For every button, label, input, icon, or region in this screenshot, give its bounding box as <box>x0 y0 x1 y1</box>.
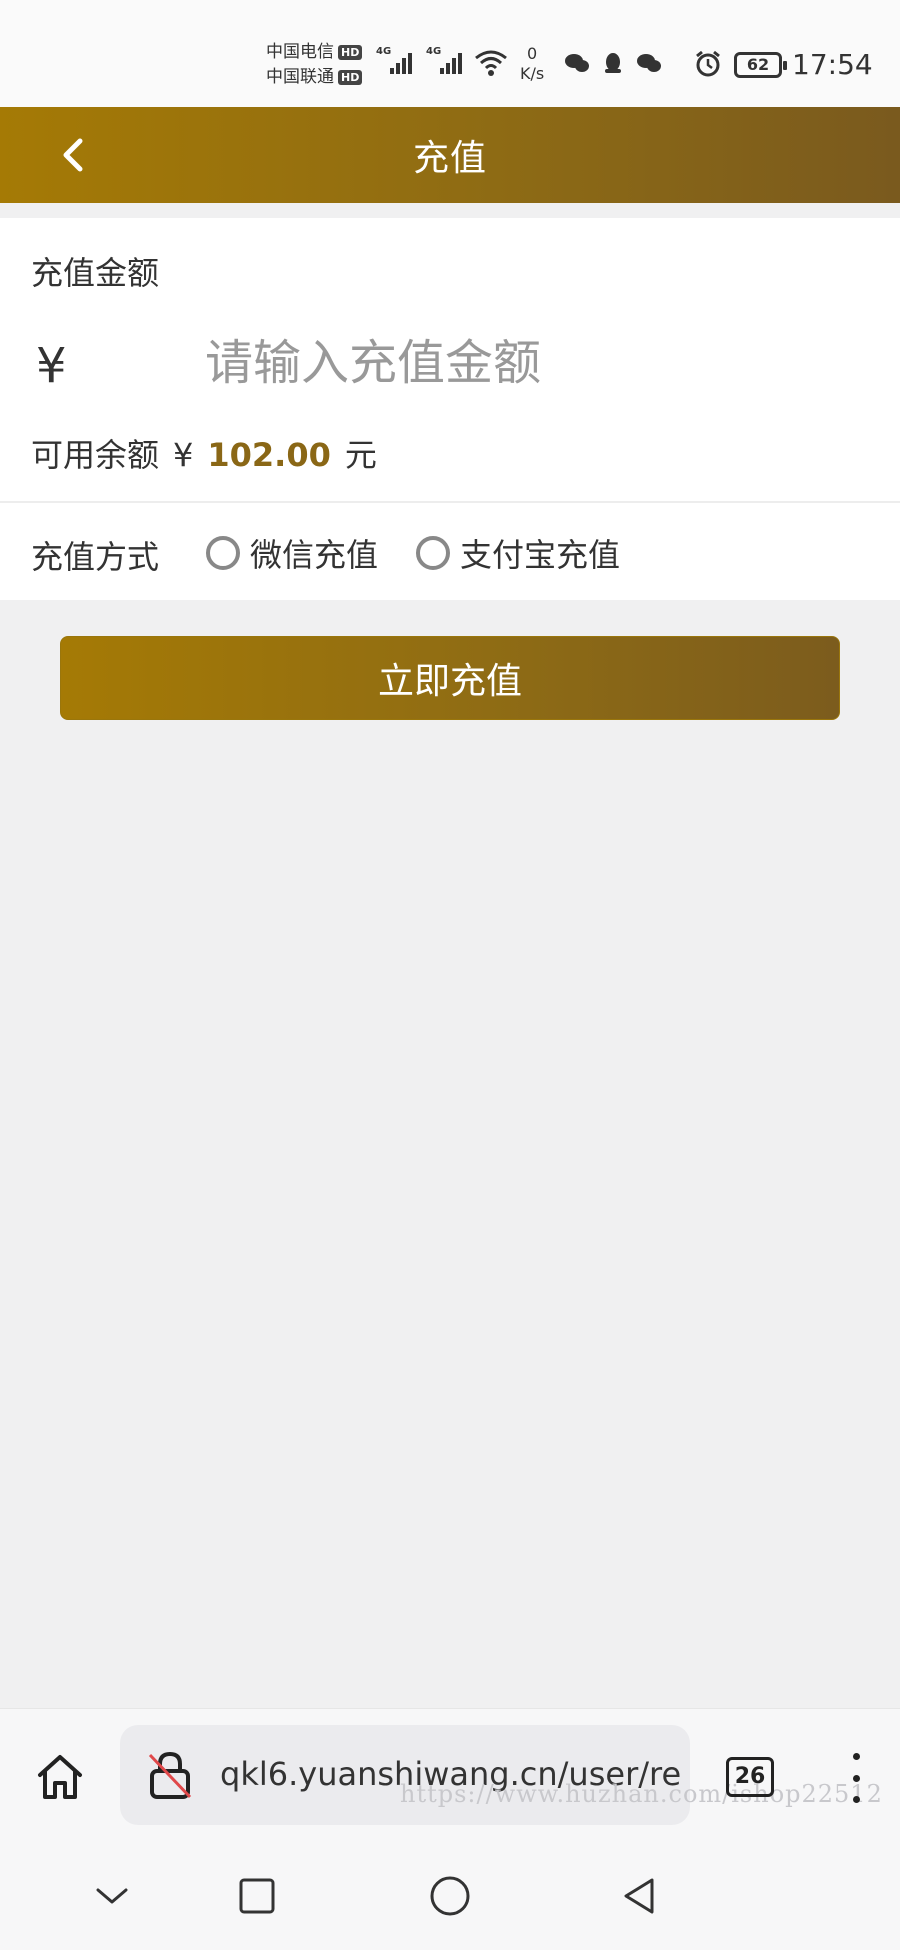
carrier-info: 中国电信 HD 中国联通 HD <box>266 40 363 90</box>
alarm-icon <box>696 50 720 77</box>
nav-down-icon[interactable] <box>90 1874 134 1918</box>
wifi-icon <box>475 50 507 76</box>
status-bar: 中国电信 HD 中国联通 HD 4G 4G 0 K/s 62 17:54 <box>0 0 900 107</box>
balance-value: 102.00 <box>207 436 331 474</box>
balance-row: 可用余额 ¥ 102.00 元 <box>31 430 377 476</box>
wechat-icon <box>564 52 590 74</box>
page-header: 充值 <box>0 107 900 203</box>
notification-icons <box>564 52 662 74</box>
radio-alipay[interactable]: 支付宝充值 <box>416 530 620 576</box>
method-label: 充值方式 <box>31 538 160 576</box>
balance-label: 可用余额 <box>31 436 160 474</box>
more-icon[interactable] <box>844 1753 868 1803</box>
clock: 17:54 <box>792 48 873 81</box>
qq-icon <box>600 52 626 74</box>
nav-circle-icon[interactable] <box>428 1874 472 1918</box>
page-title: 充值 <box>412 138 487 179</box>
carrier-2: 中国联通 <box>266 67 334 87</box>
amount-label: 充值金额 <box>31 254 160 292</box>
back-icon[interactable] <box>52 133 96 177</box>
lock-icon[interactable] <box>146 1749 194 1801</box>
wechat-icon-2 <box>636 52 662 74</box>
carrier-1: 中国电信 <box>266 42 334 62</box>
radio-alipay-label[interactable]: 支付宝充值 <box>460 530 620 576</box>
system-nav-bar <box>0 1836 900 1950</box>
address-bar[interactable]: qkl6.yuanshiwang.cn/user/recharge <box>120 1725 690 1825</box>
divider <box>0 501 900 503</box>
nav-back-icon[interactable] <box>618 1874 662 1918</box>
radio-wechat[interactable]: 微信充值 <box>206 530 378 576</box>
network-speed: 0 K/s <box>520 44 545 83</box>
nav-square-icon[interactable] <box>235 1874 279 1918</box>
currency-symbol: ¥ <box>36 338 67 394</box>
hd-badge-1: HD <box>338 45 363 60</box>
recharge-card: 充值金额 ¥ 可用余额 ¥ 102.00 元 充值方式 微信充值 支付宝充值 <box>0 218 900 600</box>
balance-unit: 元 <box>344 436 377 474</box>
watermark: https://www.huzhan.com/ishop22512 <box>400 1780 883 1808</box>
radio-circle-icon[interactable] <box>206 536 240 570</box>
balance-currency: ¥ <box>173 436 194 474</box>
home-icon[interactable] <box>34 1751 86 1803</box>
hd-badge-2: HD <box>338 70 363 85</box>
amount-input[interactable] <box>205 328 865 398</box>
radio-wechat-label[interactable]: 微信充值 <box>250 530 378 576</box>
battery-icon: 62 <box>734 52 787 78</box>
tabs-button[interactable]: 26 <box>726 1757 774 1797</box>
radio-circle-icon[interactable] <box>416 536 450 570</box>
recharge-button[interactable]: 立即充值 <box>60 636 840 720</box>
